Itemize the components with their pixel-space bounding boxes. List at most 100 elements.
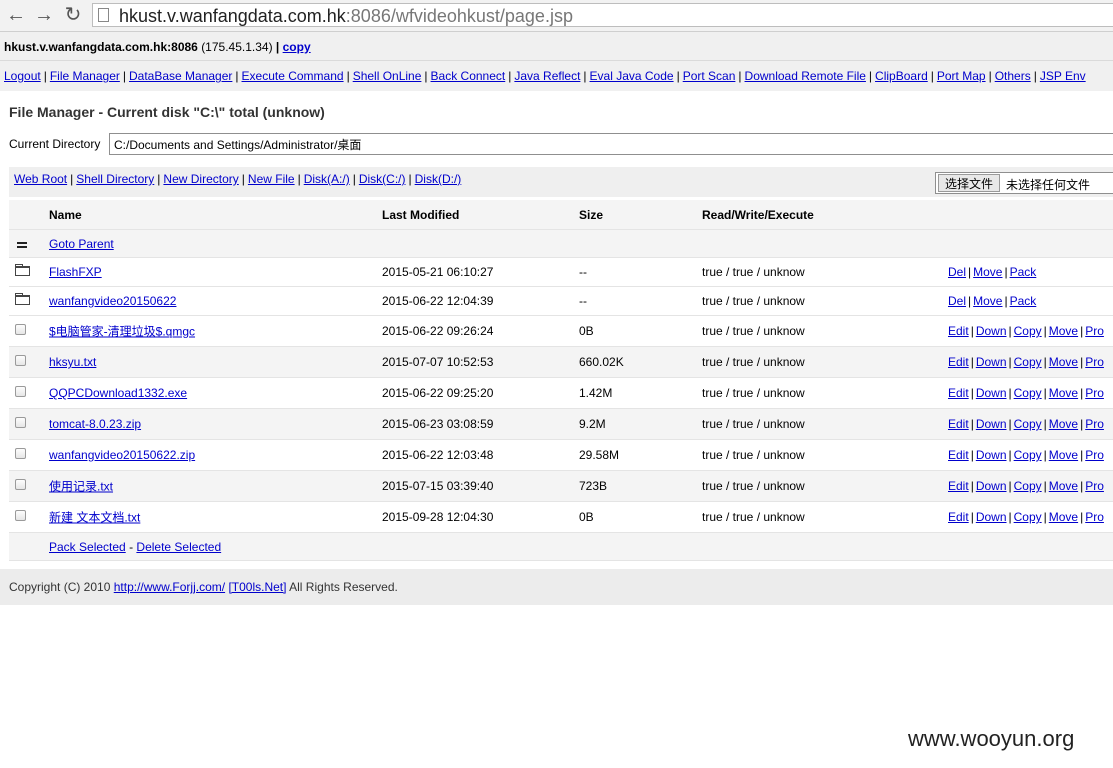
tool-link-shell-directory[interactable]: Shell Directory xyxy=(76,172,154,186)
move-action-link[interactable]: Move xyxy=(1049,479,1078,493)
down-action-link[interactable]: Down xyxy=(976,479,1007,493)
move-action-link[interactable]: Move xyxy=(1049,386,1078,400)
tool-link-new-file[interactable]: New File xyxy=(248,172,295,186)
menu-item-download-remote-file[interactable]: Download Remote File xyxy=(745,69,866,83)
upload-file-picker[interactable]: 选择文件 未选择任何文件 xyxy=(935,172,1113,194)
edit-action-link[interactable]: Edit xyxy=(948,448,969,462)
select-checkbox[interactable] xyxy=(15,386,26,400)
file-name-link[interactable]: 使用记录.txt xyxy=(49,478,113,495)
copy-action-link[interactable]: Copy xyxy=(1014,386,1042,400)
choose-file-button[interactable]: 选择文件 xyxy=(938,174,1001,192)
edit-action-link[interactable]: Edit xyxy=(948,324,969,338)
menu-item-eval-java-code[interactable]: Eval Java Code xyxy=(590,69,674,83)
select-checkbox[interactable] xyxy=(15,355,26,369)
move-action-link[interactable]: Move xyxy=(973,265,1002,279)
del-action-link[interactable]: Del xyxy=(948,265,966,279)
file-name-link[interactable]: hksyu.txt xyxy=(49,355,96,369)
menu-item-jsp-env[interactable]: JSP Env xyxy=(1040,69,1086,83)
pro-action-link[interactable]: Pro xyxy=(1085,448,1104,462)
reload-icon[interactable]: ↻ xyxy=(62,4,84,26)
file-name-link[interactable]: tomcat-8.0.23.zip xyxy=(49,417,141,431)
copy-action-link[interactable]: Copy xyxy=(1014,355,1042,369)
table-row: $电脑管家-清理垃圾$.qmgc 2015-06-22 09:26:24 0B tru… xyxy=(9,316,1113,347)
menu-item-shell-online[interactable]: Shell OnLine xyxy=(353,69,422,83)
edit-action-link[interactable]: Edit xyxy=(948,510,969,524)
row-actions: Edit | Down | Copy | Move | Pro xyxy=(948,324,1104,338)
move-action-link[interactable]: Move xyxy=(1049,448,1078,462)
pro-action-link[interactable]: Pro xyxy=(1085,386,1104,400)
menu-item-port-scan[interactable]: Port Scan xyxy=(683,69,736,83)
down-action-link[interactable]: Down xyxy=(976,324,1007,338)
copy-action-link[interactable]: Copy xyxy=(1014,448,1042,462)
column-header-size[interactable]: Size xyxy=(579,208,603,222)
menu-item-back-connect[interactable]: Back Connect xyxy=(431,69,506,83)
select-checkbox[interactable] xyxy=(15,417,26,431)
select-checkbox[interactable] xyxy=(15,479,26,493)
copy-action-link[interactable]: Copy xyxy=(1014,479,1042,493)
forjj-link[interactable]: http://www.Forjj.com/ xyxy=(114,580,225,594)
move-action-link[interactable]: Move xyxy=(1049,324,1078,338)
permissions: true / true / unknow xyxy=(702,324,805,338)
menu-item-execute-command[interactable]: Execute Command xyxy=(242,69,344,83)
copy-action-link[interactable]: Copy xyxy=(1014,324,1042,338)
pro-action-link[interactable]: Pro xyxy=(1085,417,1104,431)
pro-action-link[interactable]: Pro xyxy=(1085,479,1104,493)
tool-link-disk-a[interactable]: Disk(A:/) xyxy=(304,172,350,186)
forward-arrow-icon[interactable]: → xyxy=(33,4,55,26)
down-action-link[interactable]: Down xyxy=(976,355,1007,369)
down-action-link[interactable]: Down xyxy=(976,510,1007,524)
file-name-link[interactable]: 新建 文本文档.txt xyxy=(49,509,140,526)
del-action-link[interactable]: Del xyxy=(948,294,966,308)
select-checkbox[interactable] xyxy=(15,324,26,338)
file-name-link[interactable]: $电脑管家-清理垃圾$.qmgc xyxy=(49,323,195,340)
delete-selected-link[interactable]: Delete Selected xyxy=(136,540,221,554)
menu-item-file-manager[interactable]: File Manager xyxy=(50,69,120,83)
file-name-link[interactable]: wanfangvideo20150622.zip xyxy=(49,448,195,462)
address-bar[interactable]: hkust.v.wanfangdata.com.hk:8086/wfvideoh… xyxy=(92,3,1113,27)
pack-action-link[interactable]: Pack xyxy=(1010,265,1037,279)
t00ls-link[interactable]: [T00ls.Net] xyxy=(228,580,286,594)
copy-link[interactable]: copy xyxy=(283,40,311,54)
pack-action-link[interactable]: Pack xyxy=(1010,294,1037,308)
menu-item-port-map[interactable]: Port Map xyxy=(937,69,986,83)
directory-name-link[interactable]: FlashFXP xyxy=(49,265,102,279)
menu-item-database-manager[interactable]: DataBase Manager xyxy=(129,69,232,83)
directory-name-link[interactable]: wanfangvideo20150622 xyxy=(49,294,176,308)
edit-action-link[interactable]: Edit xyxy=(948,479,969,493)
pro-action-link[interactable]: Pro xyxy=(1085,355,1104,369)
goto-parent-link[interactable]: Goto Parent xyxy=(49,237,114,251)
tool-link-new-directory[interactable]: New Directory xyxy=(163,172,238,186)
copy-action-link[interactable]: Copy xyxy=(1014,510,1042,524)
down-action-link[interactable]: Down xyxy=(976,386,1007,400)
table-row: wanfangvideo20150622.zip 2015-06-22 12:03… xyxy=(9,440,1113,471)
down-action-link[interactable]: Down xyxy=(976,448,1007,462)
back-arrow-icon[interactable]: ← xyxy=(5,4,27,26)
action-separator: | xyxy=(1080,510,1084,524)
pro-action-link[interactable]: Pro xyxy=(1085,324,1104,338)
move-action-link[interactable]: Move xyxy=(973,294,1002,308)
copy-action-link[interactable]: Copy xyxy=(1014,417,1042,431)
file-name-link[interactable]: QQPCDownload1332.exe xyxy=(49,386,187,400)
tool-link-disk-d[interactable]: Disk(D:/) xyxy=(415,172,462,186)
tool-link-disk-c[interactable]: Disk(C:/) xyxy=(359,172,406,186)
permissions: true / true / unknow xyxy=(702,417,805,431)
column-header-name[interactable]: Name xyxy=(49,208,82,222)
menu-item-clipboard[interactable]: ClipBoard xyxy=(875,69,928,83)
menu-item-others[interactable]: Others xyxy=(995,69,1031,83)
select-checkbox[interactable] xyxy=(15,448,26,462)
select-checkbox[interactable] xyxy=(15,510,26,524)
move-action-link[interactable]: Move xyxy=(1049,510,1078,524)
pack-selected-link[interactable]: Pack Selected xyxy=(49,540,126,554)
edit-action-link[interactable]: Edit xyxy=(948,417,969,431)
menu-item-java-reflect[interactable]: Java Reflect xyxy=(514,69,580,83)
down-action-link[interactable]: Down xyxy=(976,417,1007,431)
pro-action-link[interactable]: Pro xyxy=(1085,510,1104,524)
edit-action-link[interactable]: Edit xyxy=(948,355,969,369)
menu-item-logout[interactable]: Logout xyxy=(4,69,41,83)
tool-link-web-root[interactable]: Web Root xyxy=(14,172,67,186)
move-action-link[interactable]: Move xyxy=(1049,355,1078,369)
column-header-modified[interactable]: Last Modified xyxy=(382,208,459,222)
edit-action-link[interactable]: Edit xyxy=(948,386,969,400)
move-action-link[interactable]: Move xyxy=(1049,417,1078,431)
current-directory-input[interactable] xyxy=(109,133,1113,155)
